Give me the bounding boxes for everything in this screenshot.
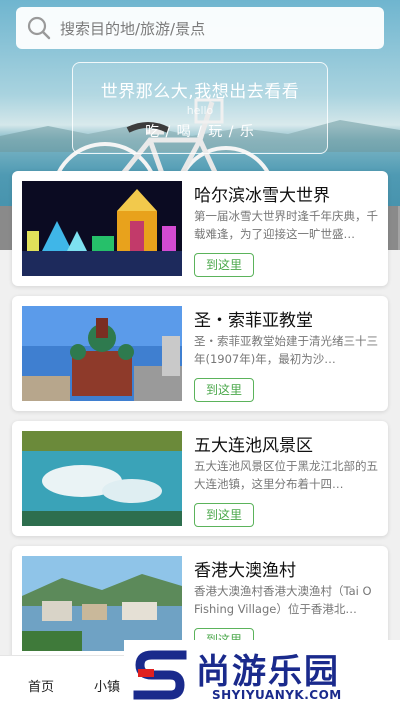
watermark: 尚游乐园 SHYIYUANYK.COM bbox=[124, 640, 400, 711]
attraction-title[interactable]: 五大连池风景区 bbox=[194, 431, 313, 456]
search-placeholder[interactable]: 搜索目的地/旅游/景点 bbox=[60, 18, 205, 39]
slogan-title: 世界那么大,我想出去看看 bbox=[100, 82, 300, 102]
go-here-button[interactable]: 到这里 bbox=[194, 378, 254, 402]
lake-image bbox=[22, 431, 182, 526]
attraction-card[interactable]: 哈尔滨冰雪大世界 第一届冰雪大世界时逢千年庆典，千载难逢，为了迎接这一旷世盛… … bbox=[12, 171, 388, 286]
slogan-tags: 吃 / 喝 / 玩 / 乐 bbox=[145, 124, 255, 140]
go-here-button[interactable]: 到这里 bbox=[194, 503, 254, 527]
nav-item-home[interactable]: 首页 bbox=[28, 676, 54, 695]
attraction-card[interactable]: 五大连池风景区 五大连池风景区位于黑龙江北部的五大连池镇，这里分布着十四… 到这… bbox=[12, 421, 388, 536]
watermark-domain: SHYIYUANYK.COM bbox=[212, 688, 342, 702]
attraction-description: 第一届冰雪大世界时逢千年庆典，千载难逢，为了迎接这一旷世盛… bbox=[194, 209, 378, 241]
cathedral-image bbox=[22, 306, 182, 401]
watermark-brand: 尚游乐园 bbox=[196, 652, 340, 692]
attraction-title[interactable]: 哈尔滨冰雪大世界 bbox=[194, 181, 330, 206]
attraction-card[interactable]: 圣・索菲亚教堂 圣・索菲亚教堂始建于清光绪三十三年(1907年)年，最初为沙… … bbox=[12, 296, 388, 411]
search-bar[interactable]: 搜索目的地/旅游/景点 bbox=[16, 7, 384, 49]
attraction-description: 五大连池风景区位于黑龙江北部的五大连池镇，这里分布着十四… bbox=[194, 459, 378, 491]
search-icon bbox=[27, 16, 51, 40]
nav-item-town[interactable]: 小镇 bbox=[94, 676, 120, 695]
slogan-subtitle: hello bbox=[186, 104, 214, 117]
go-here-button[interactable]: 到这里 bbox=[194, 253, 254, 277]
attraction-description: 圣・索菲亚教堂始建于清光绪三十三年(1907年)年，最初为沙… bbox=[194, 334, 378, 366]
fishing-village-image bbox=[22, 556, 182, 651]
brand-logo-icon bbox=[133, 650, 187, 700]
attraction-description: 香港大澳渔村香港大澳渔村（Tai O Fishing Village）位于香港北… bbox=[194, 584, 372, 616]
attraction-title[interactable]: 香港大澳渔村 bbox=[194, 556, 296, 581]
attraction-title[interactable]: 圣・索菲亚教堂 bbox=[194, 306, 313, 331]
slogan-box: 世界那么大,我想出去看看 hello 吃 / 喝 / 玩 / 乐 bbox=[72, 62, 328, 154]
ice-festival-image bbox=[22, 181, 182, 276]
